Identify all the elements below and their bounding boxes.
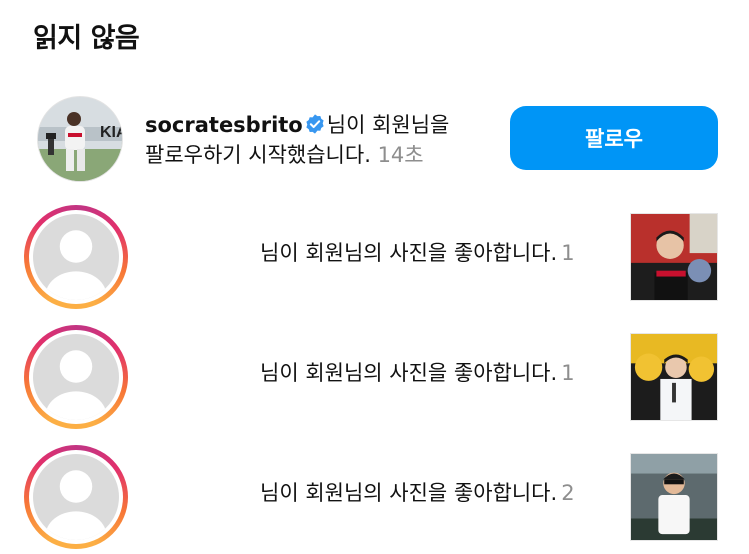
default-avatar-icon: [33, 214, 119, 300]
like-message: 님이 회원님의 사진을 좋아합니다. 1: [260, 239, 575, 267]
like-message-text: 님이 회원님의 사진을 좋아합니다.: [260, 241, 558, 265]
like-notification-row[interactable]: 님이 회원님의 사진을 좋아합니다. 1: [0, 325, 749, 435]
follow-message-line2: 팔로우하기 시작했습니다.: [145, 143, 371, 167]
timestamp: 2: [561, 481, 575, 505]
post-photo: [631, 214, 717, 300]
like-message: 님이 회원님의 사진을 좋아합니다. 1: [260, 359, 575, 387]
post-thumbnail[interactable]: [630, 453, 718, 541]
like-message-text: 님이 회원님의 사진을 좋아합니다.: [260, 361, 558, 385]
avatar[interactable]: [24, 205, 128, 309]
follow-message: socratesbrito 님이 회원님을 팔로우하기 시작했습니다. 14초: [145, 110, 495, 170]
default-avatar-icon: [33, 454, 119, 540]
follow-message-line1: 님이 회원님을: [326, 113, 450, 137]
post-thumbnail[interactable]: [630, 333, 718, 421]
post-photo: [631, 334, 717, 420]
avatar[interactable]: [24, 445, 128, 549]
timestamp: 1: [561, 361, 575, 385]
like-notification-row[interactable]: 님이 회원님의 사진을 좋아합니다. 2: [0, 445, 749, 554]
follow-button[interactable]: 팔로우: [510, 106, 718, 170]
timestamp: 14초: [377, 143, 424, 167]
username-link[interactable]: socratesbrito: [145, 113, 303, 137]
like-message-text: 님이 회원님의 사진을 좋아합니다.: [260, 481, 558, 505]
like-message: 님이 회원님의 사진을 좋아합니다. 2: [260, 479, 575, 507]
avatar[interactable]: [24, 325, 128, 429]
avatar-photo: KIA: [38, 97, 123, 181]
verified-badge-icon: [304, 113, 326, 135]
avatar[interactable]: KIA: [37, 96, 123, 182]
like-notification-row[interactable]: 님이 회원님의 사진을 좋아합니다. 1: [0, 205, 749, 315]
page-title: 읽지 않음: [33, 23, 140, 54]
default-avatar-icon: [33, 334, 119, 420]
follow-notification-row[interactable]: KIA socratesbrito 님이 회원님을 팔로우하기 시작했습니다. 1…: [0, 90, 749, 190]
svg-text:KIA: KIA: [100, 124, 123, 141]
post-thumbnail[interactable]: [630, 213, 718, 301]
timestamp: 1: [561, 241, 575, 265]
post-photo: [631, 454, 717, 540]
